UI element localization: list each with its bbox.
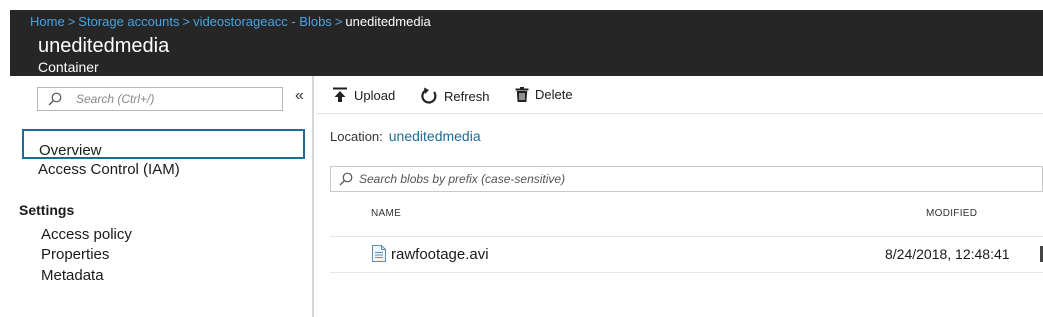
breadcrumb-home[interactable]: Home (30, 14, 65, 29)
search-icon (48, 92, 62, 106)
page-title: uneditedmedia (38, 35, 170, 57)
sidebar-item-access-control[interactable]: Access Control (IAM) (38, 161, 180, 178)
breadcrumb-separator: > (67, 14, 76, 29)
location-link[interactable]: uneditedmedia (389, 128, 481, 144)
blade-header: Home > Storage accounts > videostorageacc - … (10, 10, 1043, 76)
blob-search-input[interactable] (359, 170, 1019, 188)
sidebar-search-input[interactable] (76, 90, 276, 108)
main-content: Upload Refresh Delete Location: uneditedm… (316, 76, 1043, 317)
column-header-name[interactable]: NAME (371, 208, 401, 219)
refresh-icon (421, 87, 437, 104)
sidebar-item-metadata[interactable]: Metadata (41, 267, 104, 284)
blob-modified: 8/24/2018, 12:48:41 (885, 246, 1010, 262)
upload-icon (333, 87, 347, 102)
upload-label: Upload (354, 87, 396, 103)
breadcrumb-separator: > (334, 14, 343, 29)
file-icon (372, 245, 386, 262)
breadcrumb-storage-accounts[interactable]: Storage accounts (78, 14, 179, 29)
sidebar: « Overview Access Control (IAM) Settings… (10, 76, 314, 317)
sidebar-section-settings: Settings (19, 202, 75, 218)
column-header-modified[interactable]: MODIFIED (926, 208, 977, 219)
sidebar-item-overview[interactable]: Overview (22, 129, 305, 159)
collapse-sidebar-icon[interactable]: « (295, 87, 304, 105)
delete-label: Delete (535, 87, 573, 102)
breadcrumb: Home > Storage accounts > videostorageacc - … (30, 14, 431, 29)
refresh-label: Refresh (444, 88, 490, 104)
blob-search-box[interactable] (330, 166, 1043, 192)
breadcrumb-current: uneditedmedia (345, 14, 431, 29)
blob-name[interactable]: rawfootage.avi (391, 246, 489, 263)
location-row: Location: uneditedmedia (330, 128, 481, 144)
breadcrumb-blobs[interactable]: videostorageacc - Blobs (193, 14, 332, 29)
table-row[interactable]: rawfootage.avi 8/24/2018, 12:48:41 (330, 237, 1043, 273)
search-icon (339, 172, 353, 186)
breadcrumb-separator: > (182, 14, 191, 29)
page-subtitle: Container (38, 59, 99, 75)
refresh-button[interactable]: Refresh (420, 87, 490, 105)
sidebar-item-access-policy[interactable]: Access policy (41, 226, 132, 243)
sidebar-item-properties[interactable]: Properties (41, 246, 109, 263)
trash-icon (515, 87, 529, 102)
delete-button[interactable]: Delete (515, 87, 573, 102)
upload-button[interactable]: Upload (332, 87, 395, 103)
command-bar: Upload Refresh Delete (316, 76, 1043, 114)
sidebar-search-box[interactable] (37, 87, 283, 111)
location-label: Location: (330, 129, 383, 144)
